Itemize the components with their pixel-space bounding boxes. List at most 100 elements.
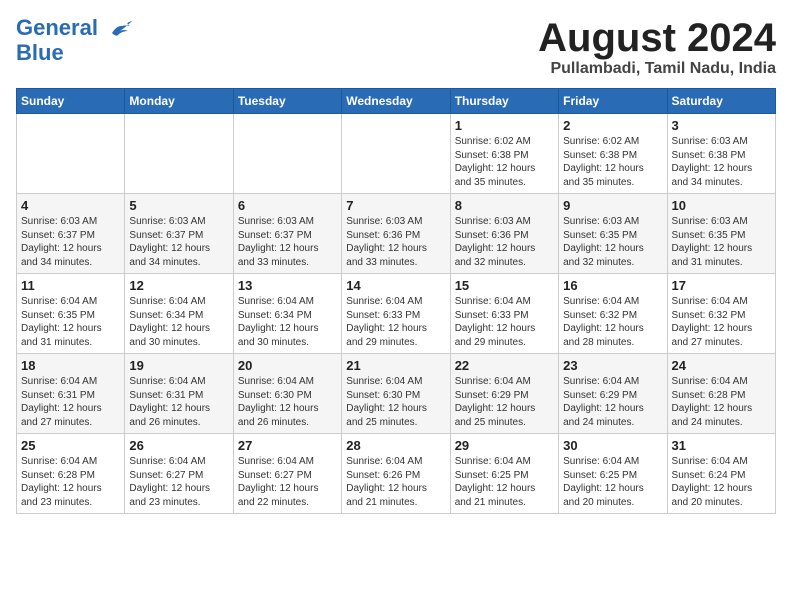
calendar-cell: 3 Sunrise: 6:03 AM Sunset: 6:38 PM Daylig… xyxy=(667,114,775,194)
month-year: August 2024 xyxy=(538,16,776,60)
day-number: 5 xyxy=(129,198,228,213)
day-number: 15 xyxy=(455,278,554,293)
calendar-cell: 7 Sunrise: 6:03 AM Sunset: 6:36 PM Daylig… xyxy=(342,194,450,274)
day-info: Sunrise: 6:04 AM Sunset: 6:28 PM Dayligh… xyxy=(21,455,120,509)
calendar-cell: 14Sunrise: 6:04 AM Sunset: 6:33 PM Dayli… xyxy=(342,274,450,354)
day-info: Sunrise: 6:04 AM Sunset: 6:35 PM Dayligh… xyxy=(21,295,120,349)
day-info: Sunrise: 6:03 AM Sunset: 6:36 PM Dayligh… xyxy=(455,215,554,269)
logo: General Blue xyxy=(16,16,134,66)
calendar-cell xyxy=(233,114,341,194)
calendar-cell: 26 Sunrise: 6:04 AM Sunset: 6:27 PM Dayli… xyxy=(125,434,233,514)
calendar-cell: 21 Sunrise: 6:04 AM Sunset: 6:30 PM Dayli… xyxy=(342,354,450,434)
col-header-friday: Friday xyxy=(559,89,667,114)
calendar-cell: 5 Sunrise: 6:03 AM Sunset: 6:37 PM Daylig… xyxy=(125,194,233,274)
col-header-tuesday: Tuesday xyxy=(233,89,341,114)
day-info: Sunrise: 6:03 AM Sunset: 6:35 PM Dayligh… xyxy=(672,215,771,269)
day-info: Sunrise: 6:04 AM Sunset: 6:28 PM Dayligh… xyxy=(672,375,771,429)
calendar-cell xyxy=(342,114,450,194)
day-number: 11 xyxy=(21,278,120,293)
day-info: Sunrise: 6:03 AM Sunset: 6:37 PM Dayligh… xyxy=(129,215,228,269)
day-number: 19 xyxy=(129,358,228,373)
calendar-cell: 6 Sunrise: 6:03 AM Sunset: 6:37 PM Daylig… xyxy=(233,194,341,274)
week-row-1: 1Sunrise: 6:02 AM Sunset: 6:38 PM Daylig… xyxy=(17,114,776,194)
day-info: Sunrise: 6:03 AM Sunset: 6:38 PM Dayligh… xyxy=(672,135,771,189)
calendar-cell: 30Sunrise: 6:04 AM Sunset: 6:25 PM Dayli… xyxy=(559,434,667,514)
day-number: 26 xyxy=(129,438,228,453)
day-number: 23 xyxy=(563,358,662,373)
calendar-table: SundayMondayTuesdayWednesdayThursdayFrid… xyxy=(16,88,776,514)
calendar-cell: 11 Sunrise: 6:04 AM Sunset: 6:35 PM Dayli… xyxy=(17,274,125,354)
day-info: Sunrise: 6:04 AM Sunset: 6:30 PM Dayligh… xyxy=(238,375,337,429)
calendar-cell xyxy=(125,114,233,194)
day-number: 9 xyxy=(563,198,662,213)
day-info: Sunrise: 6:04 AM Sunset: 6:34 PM Dayligh… xyxy=(238,295,337,349)
day-number: 29 xyxy=(455,438,554,453)
day-number: 10 xyxy=(672,198,771,213)
week-row-3: 11 Sunrise: 6:04 AM Sunset: 6:35 PM Dayli… xyxy=(17,274,776,354)
day-info: Sunrise: 6:04 AM Sunset: 6:31 PM Dayligh… xyxy=(21,375,120,429)
day-info: Sunrise: 6:03 AM Sunset: 6:37 PM Dayligh… xyxy=(21,215,120,269)
day-info: Sunrise: 6:04 AM Sunset: 6:31 PM Dayligh… xyxy=(129,375,228,429)
day-number: 3 xyxy=(672,118,771,133)
day-number: 27 xyxy=(238,438,337,453)
day-number: 21 xyxy=(346,358,445,373)
day-info: Sunrise: 6:02 AM Sunset: 6:38 PM Dayligh… xyxy=(455,135,554,189)
day-number: 17 xyxy=(672,278,771,293)
title-area: August 2024 Pullambadi, Tamil Nadu, Indi… xyxy=(538,16,776,78)
day-info: Sunrise: 6:03 AM Sunset: 6:35 PM Dayligh… xyxy=(563,215,662,269)
day-number: 28 xyxy=(346,438,445,453)
calendar-cell: 20 Sunrise: 6:04 AM Sunset: 6:30 PM Dayli… xyxy=(233,354,341,434)
day-number: 24 xyxy=(672,358,771,373)
logo-bird-icon xyxy=(104,19,134,39)
day-info: Sunrise: 6:03 AM Sunset: 6:36 PM Dayligh… xyxy=(346,215,445,269)
calendar-cell: 18 Sunrise: 6:04 AM Sunset: 6:31 PM Dayli… xyxy=(17,354,125,434)
day-number: 7 xyxy=(346,198,445,213)
day-info: Sunrise: 6:03 AM Sunset: 6:37 PM Dayligh… xyxy=(238,215,337,269)
week-row-5: 25 Sunrise: 6:04 AM Sunset: 6:28 PM Dayli… xyxy=(17,434,776,514)
calendar-cell: 28 Sunrise: 6:04 AM Sunset: 6:26 PM Dayli… xyxy=(342,434,450,514)
day-info: Sunrise: 6:04 AM Sunset: 6:29 PM Dayligh… xyxy=(455,375,554,429)
day-number: 4 xyxy=(21,198,120,213)
week-row-2: 4 Sunrise: 6:03 AM Sunset: 6:37 PM Daylig… xyxy=(17,194,776,274)
calendar-cell: 17Sunrise: 6:04 AM Sunset: 6:32 PM Dayli… xyxy=(667,274,775,354)
calendar-cell: 4 Sunrise: 6:03 AM Sunset: 6:37 PM Daylig… xyxy=(17,194,125,274)
day-info: Sunrise: 6:02 AM Sunset: 6:38 PM Dayligh… xyxy=(563,135,662,189)
calendar-cell: 23 Sunrise: 6:04 AM Sunset: 6:29 PM Dayli… xyxy=(559,354,667,434)
calendar-cell: 27 Sunrise: 6:04 AM Sunset: 6:27 PM Dayli… xyxy=(233,434,341,514)
day-info: Sunrise: 6:04 AM Sunset: 6:25 PM Dayligh… xyxy=(455,455,554,509)
calendar-cell: 10 Sunrise: 6:03 AM Sunset: 6:35 PM Dayli… xyxy=(667,194,775,274)
col-header-thursday: Thursday xyxy=(450,89,558,114)
day-number: 25 xyxy=(21,438,120,453)
col-header-monday: Monday xyxy=(125,89,233,114)
day-info: Sunrise: 6:04 AM Sunset: 6:27 PM Dayligh… xyxy=(129,455,228,509)
calendar-body: 1Sunrise: 6:02 AM Sunset: 6:38 PM Daylig… xyxy=(17,114,776,514)
day-info: Sunrise: 6:04 AM Sunset: 6:32 PM Dayligh… xyxy=(563,295,662,349)
day-info: Sunrise: 6:04 AM Sunset: 6:30 PM Dayligh… xyxy=(346,375,445,429)
day-info: Sunrise: 6:04 AM Sunset: 6:27 PM Dayligh… xyxy=(238,455,337,509)
calendar-cell: 22Sunrise: 6:04 AM Sunset: 6:29 PM Dayli… xyxy=(450,354,558,434)
header: General Blue August 2024 Pullambadi, Tam… xyxy=(16,16,776,78)
day-info: Sunrise: 6:04 AM Sunset: 6:33 PM Dayligh… xyxy=(346,295,445,349)
calendar-cell: 25 Sunrise: 6:04 AM Sunset: 6:28 PM Dayli… xyxy=(17,434,125,514)
week-row-4: 18 Sunrise: 6:04 AM Sunset: 6:31 PM Dayli… xyxy=(17,354,776,434)
day-number: 16 xyxy=(563,278,662,293)
day-info: Sunrise: 6:04 AM Sunset: 6:24 PM Dayligh… xyxy=(672,455,771,509)
day-number: 30 xyxy=(563,438,662,453)
calendar-cell xyxy=(17,114,125,194)
calendar-cell: 8Sunrise: 6:03 AM Sunset: 6:36 PM Daylig… xyxy=(450,194,558,274)
calendar-cell: 31Sunrise: 6:04 AM Sunset: 6:24 PM Dayli… xyxy=(667,434,775,514)
day-number: 6 xyxy=(238,198,337,213)
logo-blue: Blue xyxy=(16,40,64,66)
day-info: Sunrise: 6:04 AM Sunset: 6:26 PM Dayligh… xyxy=(346,455,445,509)
day-info: Sunrise: 6:04 AM Sunset: 6:34 PM Dayligh… xyxy=(129,295,228,349)
col-header-wednesday: Wednesday xyxy=(342,89,450,114)
calendar-cell: 16 Sunrise: 6:04 AM Sunset: 6:32 PM Dayli… xyxy=(559,274,667,354)
col-header-saturday: Saturday xyxy=(667,89,775,114)
day-number: 18 xyxy=(21,358,120,373)
day-info: Sunrise: 6:04 AM Sunset: 6:29 PM Dayligh… xyxy=(563,375,662,429)
calendar-cell: 19 Sunrise: 6:04 AM Sunset: 6:31 PM Dayli… xyxy=(125,354,233,434)
day-number: 2 xyxy=(563,118,662,133)
day-info: Sunrise: 6:04 AM Sunset: 6:33 PM Dayligh… xyxy=(455,295,554,349)
calendar-header-row: SundayMondayTuesdayWednesdayThursdayFrid… xyxy=(17,89,776,114)
day-number: 20 xyxy=(238,358,337,373)
